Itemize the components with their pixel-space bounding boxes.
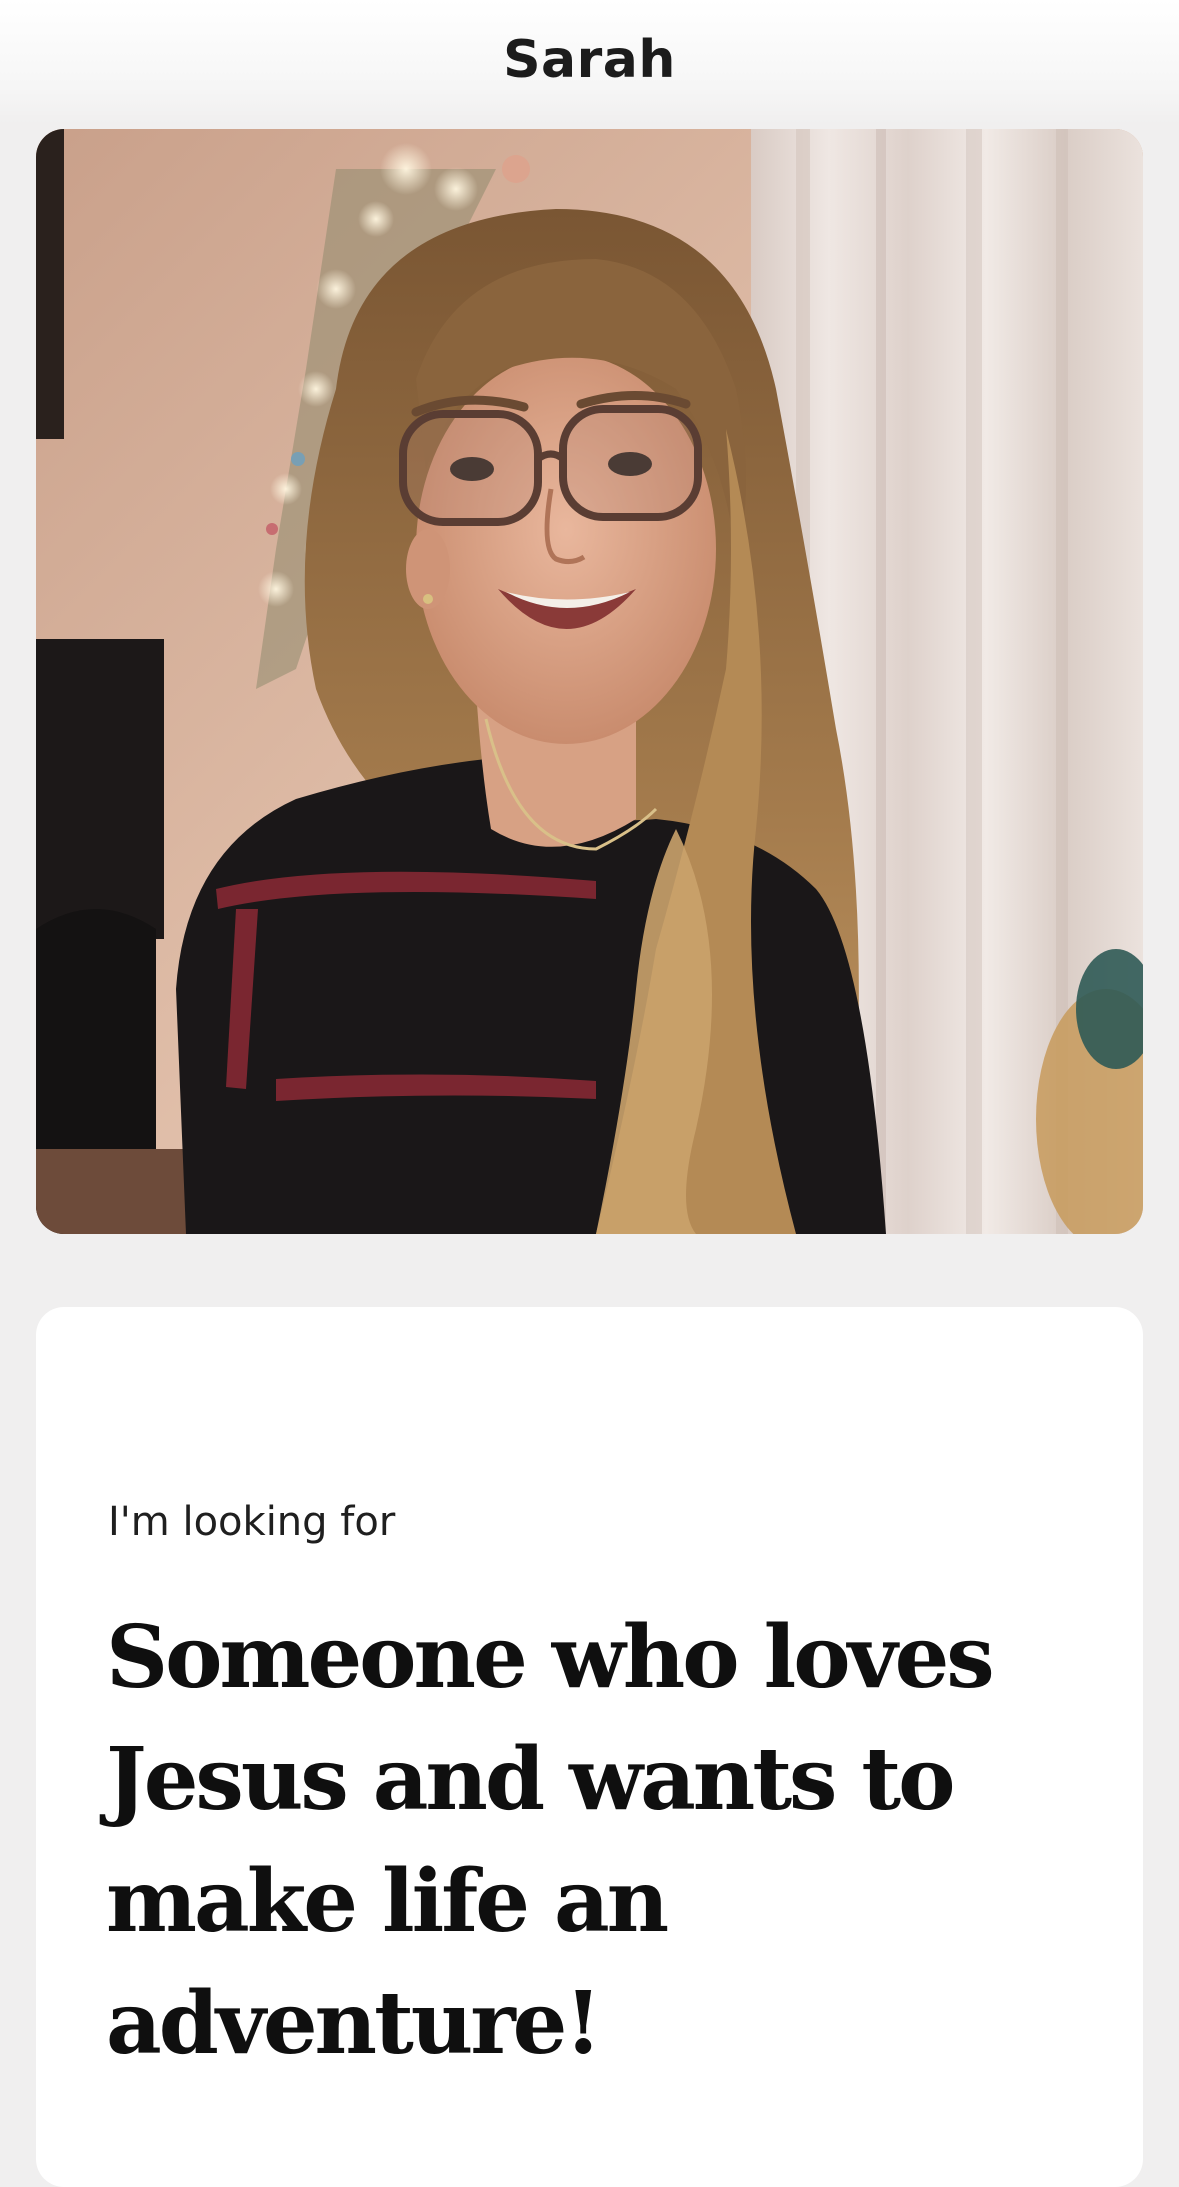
profile-header: Sarah	[0, 0, 1179, 124]
prompt-label: I'm looking for	[108, 1499, 396, 1545]
profile-photo	[36, 129, 1143, 1234]
profile-photo-card[interactable]	[36, 129, 1143, 1234]
prompt-answer: Someone who loves Jesus and wants to mak…	[106, 1607, 995, 2074]
profile-name: Sarah	[503, 30, 676, 90]
prompt-card[interactable]: I'm looking for Someone who loves Jesus …	[36, 1307, 1143, 2187]
